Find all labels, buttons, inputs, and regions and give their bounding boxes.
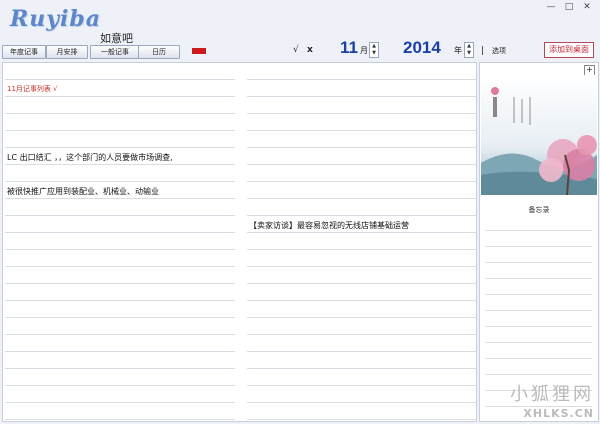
window-controls: — □ ✕ [544, 2, 594, 12]
month-value: 11 [340, 38, 358, 57]
spin-up-icon[interactable]: ▲ [465, 43, 473, 50]
app-window: Ruyiba 如意吧 — □ ✕ 年度记事 月安排 一般记事 日历 √ x 11… [0, 0, 600, 424]
spin-down-icon[interactable]: ▼ [370, 50, 378, 57]
watermark-domain: XHLKS.CN [523, 407, 594, 420]
options-link[interactable]: 选项 [492, 46, 506, 56]
minimize-icon[interactable]: — [544, 2, 558, 12]
sidebar: + 备忘录 [479, 62, 599, 422]
month-spinner[interactable]: ▲ ▼ [369, 42, 379, 58]
app-logo: Ruyiba [10, 6, 102, 32]
app-name: 如意吧 [100, 32, 133, 45]
divider [482, 46, 483, 55]
add-to-desktop-button[interactable]: 添加到桌面 [544, 42, 594, 58]
close-icon[interactable]: ✕ [580, 2, 594, 12]
maximize-icon[interactable]: □ [562, 2, 576, 12]
cross-icon[interactable]: x [307, 45, 313, 55]
year-unit: 年 [454, 46, 462, 55]
spin-down-icon[interactable]: ▼ [465, 50, 473, 57]
month-unit: 月 [360, 46, 368, 55]
notes-column-right[interactable]: 【卖家访谈】最容易忽视的无线店铺基础运营 [247, 63, 477, 421]
watermark-name: 小狐狸网 [510, 384, 594, 405]
spin-up-icon[interactable]: ▲ [370, 43, 378, 50]
general-notes-button[interactable]: 一般记事 [90, 45, 140, 59]
scenery-image [481, 75, 597, 195]
scenery-picture [481, 75, 597, 195]
note-entry[interactable]: 【卖家访谈】最容易忽视的无线店铺基础运营 [249, 220, 409, 231]
monthly-plan-button[interactable]: 月安排 [46, 45, 88, 59]
note-entry[interactable]: 11月记事列表 √ [7, 84, 58, 94]
check-icon[interactable]: √ [293, 45, 299, 55]
notes-column-left[interactable]: 11月记事列表 √ LC 出口结汇 ，，这个部门的人员要做市场调查, 被很快推广应用… [5, 63, 235, 421]
note-entry[interactable]: 被很快推广应用到装配业、机械业、动输业 [7, 186, 159, 197]
color-marker[interactable] [192, 48, 206, 54]
note-entry[interactable]: LC 出口结汇 ，，这个部门的人员要做市场调查, [7, 152, 173, 163]
year-value: 2014 [403, 38, 441, 57]
yearly-notes-button[interactable]: 年度记事 [2, 45, 46, 59]
year-spinner[interactable]: ▲ ▼ [464, 42, 474, 58]
calendar-button[interactable]: 日历 [138, 45, 180, 59]
notes-panel: 11月记事列表 √ LC 出口结汇 ，，这个部门的人员要做市场调查, 被很快推广应用… [2, 62, 477, 422]
memo-title: 备忘录 [528, 206, 550, 214]
